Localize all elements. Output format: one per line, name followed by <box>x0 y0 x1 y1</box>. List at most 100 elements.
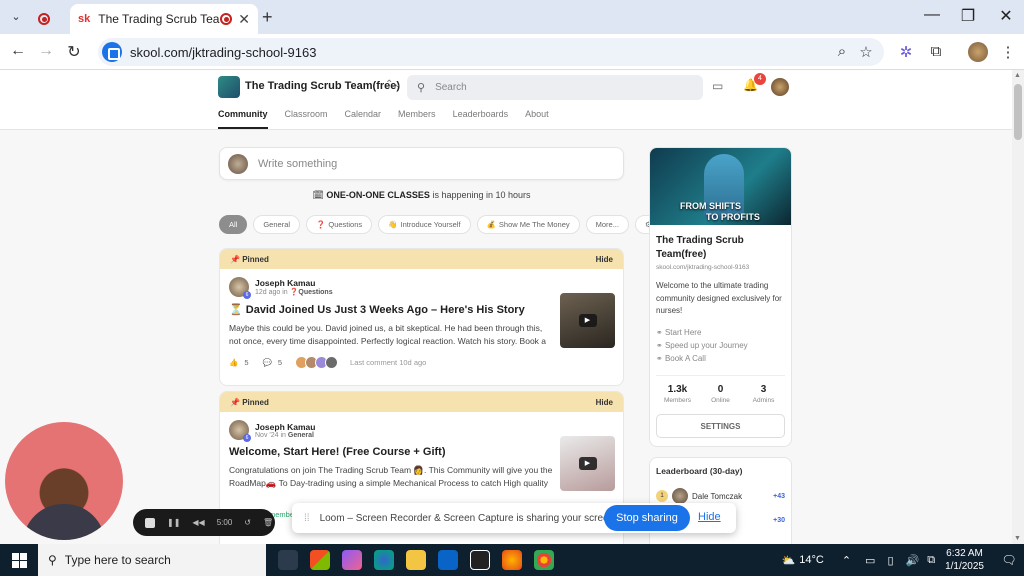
post-title[interactable]: Welcome, Start Here! (Free Course + Gift… <box>229 446 554 458</box>
windows-taskbar: ⚲ Type here to search ⛅ 14°C ⌃ ▭ ▯ 🔊 ⧉ 6… <box>0 544 1024 576</box>
tab-about[interactable]: About <box>525 109 549 129</box>
about-group-url: skool.com/jktrading-school-9163 <box>656 264 750 271</box>
video-thumbnail[interactable]: ▶ <box>560 293 615 348</box>
meet-icon[interactable]: ⧉ <box>927 554 935 567</box>
pause-icon[interactable]: ❚❚ <box>167 518 180 527</box>
user-avatar[interactable] <box>771 78 789 96</box>
extensions-puzzle-icon[interactable]: ⧉ <box>926 43 946 60</box>
forward-arrow-icon[interactable]: → <box>36 42 56 60</box>
taskbar-search[interactable]: ⚲ Type here to search <box>38 544 266 576</box>
filter-show-me-the-money[interactable]: 💰 Show Me The Money <box>476 215 580 234</box>
like-icon[interactable]: 👍 <box>229 358 238 367</box>
extension-gear-icon[interactable]: ✲ <box>896 43 916 61</box>
bookmark-star-icon[interactable]: ☆ <box>856 43 876 61</box>
video-thumbnail[interactable]: ▶ <box>560 436 615 491</box>
tab-classroom[interactable]: Classroom <box>285 109 328 129</box>
group-name[interactable]: The Trading Scrub Team(free) <box>245 80 400 92</box>
comment-icon[interactable]: 💬 <box>263 358 272 367</box>
notifications-icon[interactable]: 🗨 <box>994 553 1024 567</box>
restore-button[interactable]: ❐ <box>958 6 978 26</box>
author-name[interactable]: Joseph Kamau <box>255 278 333 288</box>
edge-icon[interactable] <box>374 550 394 570</box>
task-view-icon[interactable] <box>278 550 298 570</box>
minimize-button[interactable]: — <box>922 6 942 24</box>
chrome-icon[interactable] <box>534 550 554 570</box>
start-button[interactable] <box>0 544 38 576</box>
reload-icon[interactable]: ↻ <box>64 42 84 62</box>
filter-questions[interactable]: ❓ Questions <box>306 215 373 234</box>
filter-general[interactable]: General <box>253 215 301 234</box>
volume-icon[interactable]: 🔊 <box>906 554 920 567</box>
close-window-button[interactable]: ✕ <box>996 6 1016 26</box>
scroll-down-icon[interactable]: ▼ <box>1014 535 1021 542</box>
group-switcher-icon[interactable]: ⌃⌄ <box>385 79 402 90</box>
close-tab-icon[interactable]: ✕ <box>238 11 250 28</box>
tab-members[interactable]: Members <box>398 109 436 129</box>
stop-recording-icon[interactable] <box>145 517 155 528</box>
post-title[interactable]: ⏳ David Joined Us Just 3 Weeks Ago – Her… <box>229 303 554 316</box>
tab-search-chevron-icon[interactable]: ⌄ <box>6 8 26 26</box>
settings-button[interactable]: SETTINGS <box>656 413 785 438</box>
stat-online[interactable]: 0 Online <box>701 384 741 404</box>
link-book-call[interactable]: ⚭ Book A Call <box>656 352 785 365</box>
link-start-here[interactable]: ⚭ Start Here <box>656 326 785 339</box>
tab-community[interactable]: Community <box>218 109 268 129</box>
pin-icon: 📌 <box>230 254 240 264</box>
post-category[interactable]: Questions <box>298 289 332 296</box>
capcut-icon[interactable] <box>470 550 490 570</box>
new-tab-button[interactable]: + <box>262 7 273 28</box>
search-input[interactable]: ⚲ Search <box>407 75 703 100</box>
drag-handle-icon[interactable]: ⁞⁞ <box>304 513 310 524</box>
chat-icon[interactable]: ▭ <box>712 79 723 93</box>
tab-recording[interactable] <box>30 4 68 34</box>
author-avatar[interactable]: 6 <box>229 420 251 442</box>
post-category[interactable]: General <box>288 432 314 439</box>
network-icon[interactable]: ▯ <box>887 554 893 567</box>
store-icon[interactable] <box>310 550 330 570</box>
pinned-bar: 📌 Pinned Hide <box>220 392 623 412</box>
address-bar[interactable]: skool.com/jktrading-school-9163 <box>98 38 884 66</box>
scrollbar-thumb[interactable] <box>1014 84 1022 140</box>
author-name[interactable]: Joseph Kamau <box>255 422 315 432</box>
weather-icon[interactable]: ⛅ <box>782 554 796 567</box>
back-arrow-icon[interactable]: ← <box>8 42 28 60</box>
hide-post-button[interactable]: Hide <box>596 255 613 264</box>
hide-notice-button[interactable]: Hide <box>698 511 721 523</box>
post-card[interactable]: 📌 Pinned Hide 6 Joseph Kamau 12d ago in … <box>219 248 624 386</box>
tab-calendar[interactable]: Calendar <box>345 109 382 129</box>
link-speed-up[interactable]: ⚭ Speed up your Journey <box>656 339 785 352</box>
site-info-icon[interactable] <box>102 42 122 62</box>
page-scrollbar[interactable]: ▲ ▼ <box>1012 70 1024 544</box>
webcam-bubble[interactable] <box>5 422 123 540</box>
group-logo[interactable] <box>218 76 240 98</box>
hide-post-button[interactable]: Hide <box>596 398 613 407</box>
tray-chevron-icon[interactable]: ⌃ <box>842 554 851 567</box>
stop-sharing-button[interactable]: Stop sharing <box>604 505 690 531</box>
zoom-icon[interactable]: ⌕ <box>832 43 852 60</box>
upcoming-event-banner[interactable]: 🗓 ONE-ON-ONE CLASSES is happening in 10 … <box>219 190 624 201</box>
post-composer[interactable]: Write something <box>219 147 624 180</box>
copilot-icon[interactable] <box>342 550 362 570</box>
outlook-icon[interactable] <box>438 550 458 570</box>
browser-menu-icon[interactable]: ⋮ <box>998 43 1018 61</box>
file-explorer-icon[interactable] <box>406 550 426 570</box>
last-comment: Last comment 10d ago <box>350 358 427 367</box>
tab-active[interactable]: sk The Trading Scrub Team(free) ✕ <box>70 4 258 34</box>
firefox-icon[interactable] <box>502 550 522 570</box>
clock[interactable]: 6:32 AM 1/1/2025 <box>945 547 984 573</box>
filter-introduce-yourself[interactable]: 👋 Introduce Yourself <box>378 215 471 234</box>
author-avatar[interactable]: 6 <box>229 277 251 299</box>
filter-all[interactable]: All <box>219 215 248 234</box>
trash-icon[interactable]: 🗑 <box>263 518 273 527</box>
stat-admins[interactable]: 3 Admins <box>744 384 784 404</box>
stat-members[interactable]: 1.3k Members <box>658 384 698 404</box>
skool-favicon: sk <box>78 13 91 25</box>
tab-leaderboards[interactable]: Leaderboards <box>453 109 509 129</box>
composer-avatar <box>228 153 248 174</box>
battery-icon[interactable]: ▭ <box>865 554 875 567</box>
restart-icon[interactable]: ↺ <box>244 518 251 527</box>
filter-more[interactable]: More... <box>585 215 629 234</box>
rewind-icon[interactable]: ◀◀ <box>192 518 204 527</box>
scroll-up-icon[interactable]: ▲ <box>1014 72 1021 79</box>
profile-avatar[interactable] <box>968 42 988 62</box>
